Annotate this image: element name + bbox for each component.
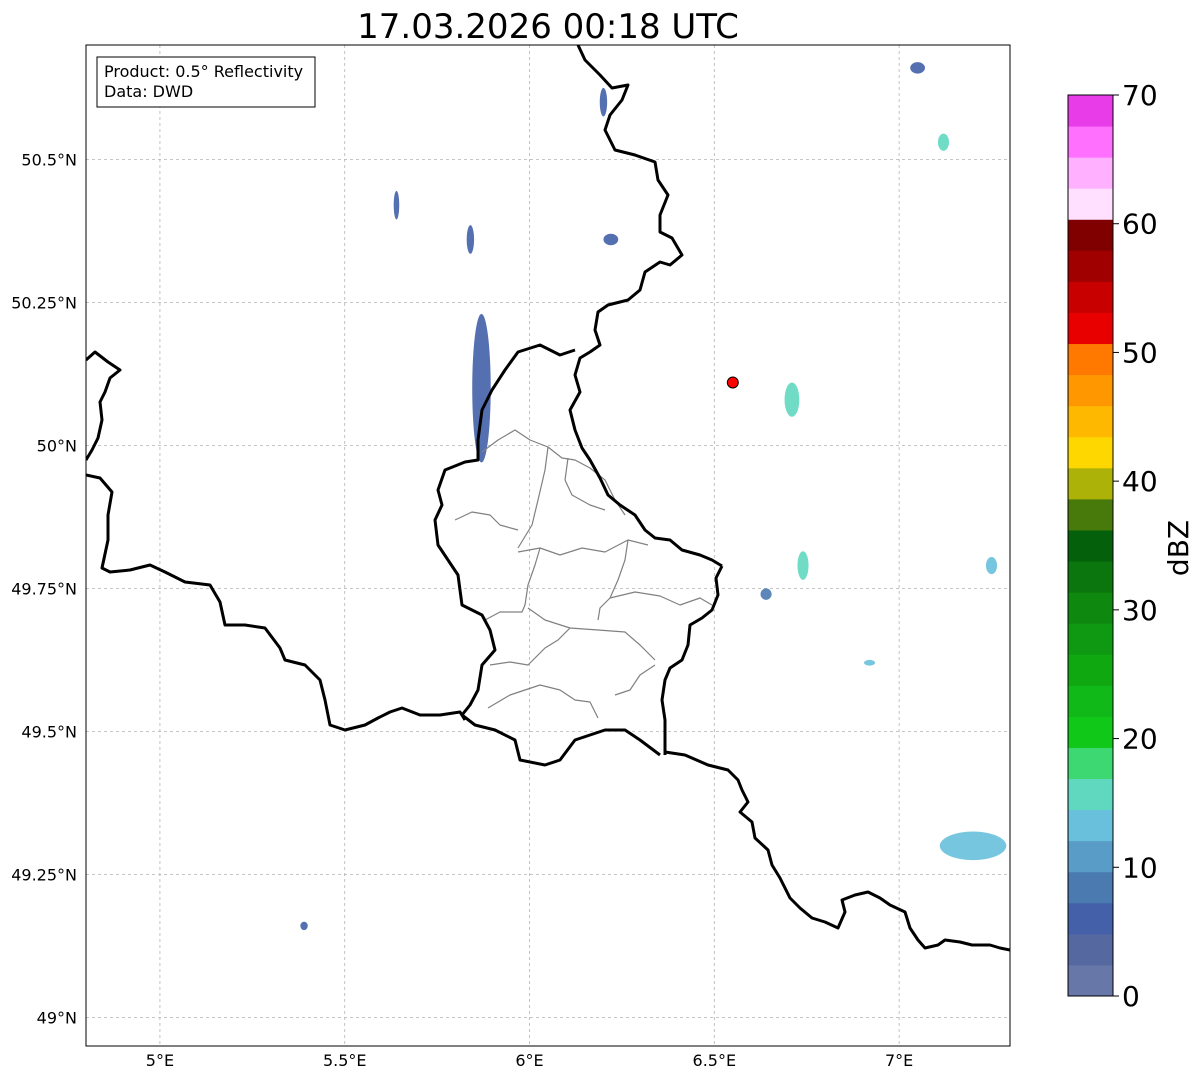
info-box: Product: 0.5° Reflectivity Data: DWD xyxy=(96,56,316,108)
colorbar-swatch xyxy=(1068,312,1113,345)
colorbar-swatch xyxy=(1068,840,1113,873)
colorbar-swatch xyxy=(1068,188,1113,220)
lat-tick-label: 49.5°N xyxy=(21,722,77,741)
lat-tick-label: 49°N xyxy=(37,1008,77,1027)
radar-echo xyxy=(466,225,475,254)
colorbar-swatch xyxy=(1068,126,1113,158)
radar-echo xyxy=(939,831,1007,861)
lat-tick-label: 50.5°N xyxy=(21,150,77,169)
radar-echo xyxy=(864,659,876,666)
colorbar-swatch xyxy=(1068,623,1113,655)
colorbar-unit-label: dBZ xyxy=(1162,520,1195,576)
colorbar-swatch xyxy=(1068,747,1113,780)
colorbar-swatch xyxy=(1068,902,1113,935)
lat-tick-label: 50°N xyxy=(37,436,77,455)
colorbar-swatch xyxy=(1068,871,1113,904)
lat-tick-label: 50.25°N xyxy=(11,293,77,312)
colorbar-swatch xyxy=(1068,157,1113,189)
radar-site-marker xyxy=(726,376,739,389)
colorbar-swatch xyxy=(1068,219,1113,251)
colorbar-swatch xyxy=(1068,592,1113,624)
radar-echo xyxy=(784,382,800,417)
colorbar-swatch xyxy=(1068,467,1113,500)
map-title: 17.03.2026 00:18 UTC xyxy=(357,7,739,47)
colorbar-swatch xyxy=(1068,281,1113,313)
colorbar-tick-label: 30 xyxy=(1122,594,1158,627)
map-area: Product: 0.5° Reflectivity Data: DWD xyxy=(85,44,1011,1047)
colorbar-tick-label: 70 xyxy=(1122,79,1158,112)
colorbar-swatch xyxy=(1068,498,1113,531)
lon-tick-label: 6.5°E xyxy=(693,1051,737,1070)
colorbar-swatch xyxy=(1068,561,1113,593)
colorbar-swatch xyxy=(1068,436,1113,469)
info-product-text: Product: 0.5° Reflectivity xyxy=(104,62,303,81)
radar-echo xyxy=(760,588,772,600)
colorbar-tick-label: 10 xyxy=(1122,851,1158,884)
lon-tick-label: 5.5°E xyxy=(323,1051,367,1070)
colorbar: 0 10 20 30 40 50 60 70 dBZ xyxy=(1067,79,1195,1013)
radar-map-figure: 17.03.2026 00:18 UTC Product: 0.5° Refle… xyxy=(11,7,1195,1070)
colorbar-swatch xyxy=(1068,716,1113,748)
radar-echo xyxy=(797,551,809,580)
colorbar-swatch xyxy=(1068,809,1113,842)
radar-echo xyxy=(910,62,925,74)
radar-echo xyxy=(300,921,308,931)
colorbar-swatch xyxy=(1068,95,1113,127)
colorbar-swatches xyxy=(1068,95,1113,997)
colorbar-swatch xyxy=(1068,250,1113,282)
radar-echo xyxy=(985,556,998,575)
colorbar-swatch xyxy=(1068,405,1113,438)
colorbar-swatch xyxy=(1068,685,1113,717)
lon-tick-label: 7°E xyxy=(885,1051,913,1070)
colorbar-swatch xyxy=(1068,374,1113,407)
colorbar-tick-label: 50 xyxy=(1122,336,1158,369)
latitude-tick-labels: 49°N 49.25°N 49.5°N 49.75°N 50°N 50.25°N 50.5°… xyxy=(11,150,77,1027)
lon-tick-label: 5°E xyxy=(146,1051,174,1070)
colorbar-tick-label: 60 xyxy=(1122,208,1158,241)
colorbar-swatch xyxy=(1068,933,1113,966)
longitude-tick-labels: 5°E 5.5°E 6°E 6.5°E 7°E xyxy=(146,1051,913,1070)
lat-tick-label: 49.75°N xyxy=(11,579,77,598)
lon-tick-label: 6°E xyxy=(515,1051,543,1070)
info-data-text: Data: DWD xyxy=(104,82,193,101)
radar-echo xyxy=(603,233,619,246)
colorbar-swatch xyxy=(1068,778,1113,811)
colorbar-swatch xyxy=(1068,654,1113,686)
map-background xyxy=(86,45,1010,1046)
radar-echo xyxy=(393,190,400,220)
colorbar-swatch xyxy=(1068,964,1113,997)
colorbar-tick-label: 20 xyxy=(1122,723,1158,756)
lat-tick-label: 49.25°N xyxy=(11,865,77,884)
radar-echo xyxy=(599,87,608,117)
colorbar-tick-label: 0 xyxy=(1122,980,1140,1013)
colorbar-swatch xyxy=(1068,343,1113,376)
colorbar-tick-label: 40 xyxy=(1122,465,1158,498)
radar-echo xyxy=(472,313,491,463)
colorbar-tick-labels: 0 10 20 30 40 50 60 70 xyxy=(1113,79,1158,1013)
colorbar-swatch xyxy=(1068,529,1113,562)
radar-echo xyxy=(937,133,950,151)
